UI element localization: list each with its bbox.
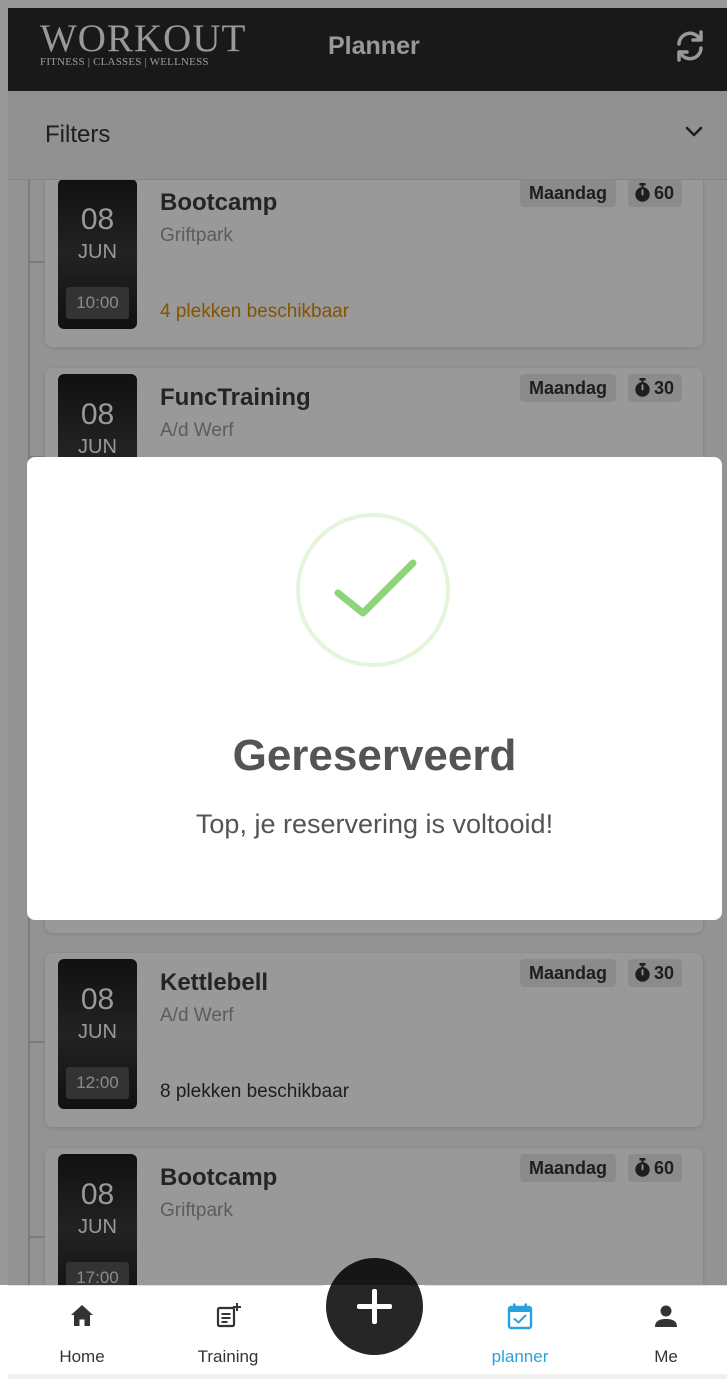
nav-item-home[interactable]: Home (27, 1286, 137, 1374)
nav-item-planner[interactable]: planner (465, 1286, 575, 1374)
dialog-title: Gereserveerd (232, 731, 517, 780)
nav-label: planner (491, 1347, 549, 1366)
nav-label: Training (197, 1347, 259, 1366)
nav-item-me[interactable]: Me (611, 1286, 721, 1374)
person-icon (655, 1305, 677, 1327)
checkmark-icon (334, 559, 417, 617)
plus-icon (357, 1289, 392, 1324)
app-screen: WORKOUT FITNESS | CLASSES | WELLNESS Pla… (0, 0, 727, 1379)
nav-item-training[interactable]: Training (173, 1286, 283, 1374)
nav-label: Me (654, 1347, 678, 1366)
dialog-message: Top, je reservering is voltooid! (195, 809, 554, 839)
training-icon (216, 1303, 241, 1328)
calendar-icon (507, 1303, 533, 1330)
success-dialog: Gereserveerd Top, je reservering is volt… (27, 457, 722, 920)
success-ring (296, 513, 450, 667)
nav-label: Home (59, 1347, 105, 1366)
home-icon (71, 1305, 93, 1326)
